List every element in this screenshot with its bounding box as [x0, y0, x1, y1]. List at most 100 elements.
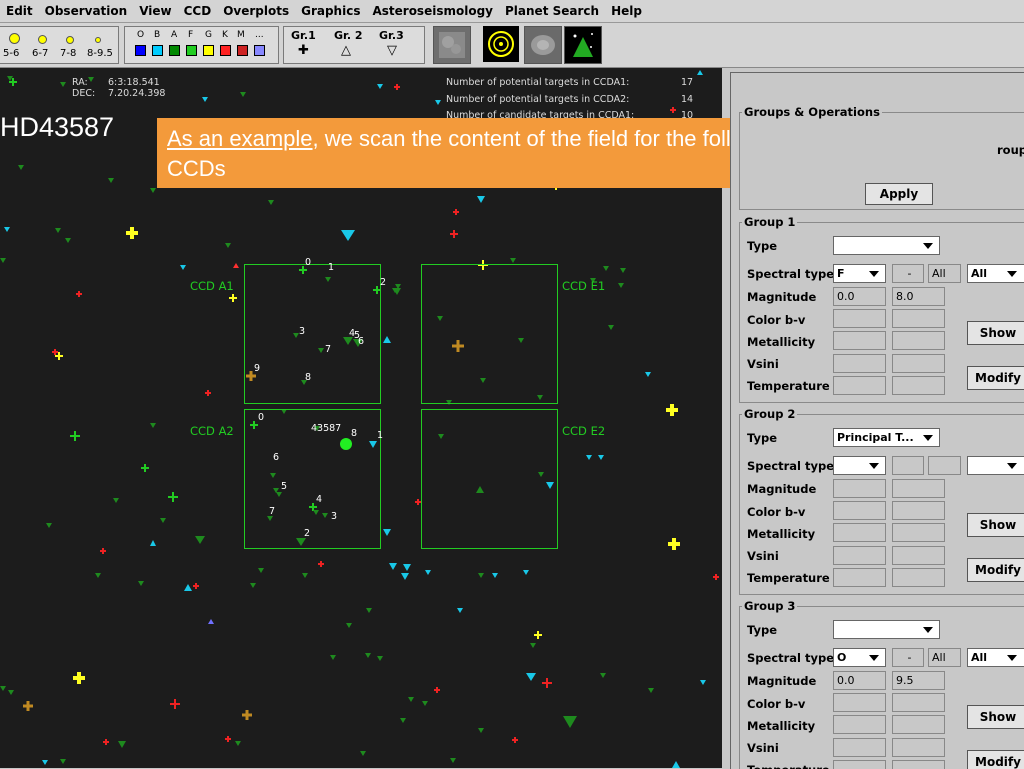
group1-label: Gr.1 [291, 29, 316, 42]
group3-sp-all-field[interactable]: All [928, 648, 961, 667]
group2-modify-button[interactable]: Modify [967, 558, 1024, 582]
ra-value: 6:3:18.541 [108, 77, 160, 88]
group1-mag-min[interactable]: 0.0 [833, 287, 886, 306]
group2-temp-min[interactable] [833, 568, 886, 587]
spectral-color-swatch [254, 45, 265, 56]
group3-color-min[interactable] [833, 693, 886, 712]
galaxy-button[interactable] [524, 26, 562, 64]
menu-help[interactable]: Help [605, 4, 648, 18]
type-label: Type [747, 431, 778, 445]
spectral-letter: ... [255, 30, 264, 40]
group1-sp-all-field[interactable]: All [928, 264, 961, 283]
group2-show-button[interactable]: Show [967, 513, 1024, 537]
ccd-e1-box[interactable] [421, 264, 558, 404]
temperature-label: Temperature [747, 379, 830, 393]
menu-graphics[interactable]: Graphics [295, 4, 366, 18]
ra-label: RA: [72, 77, 88, 88]
group1-met-min[interactable] [833, 331, 886, 350]
spectral-type-legend[interactable]: O B A F G K M ... [124, 26, 279, 64]
group2-met-min[interactable] [833, 523, 886, 542]
group1-temp-max[interactable] [892, 376, 945, 395]
group3-color-max[interactable] [892, 693, 945, 712]
chevron-down-icon [923, 243, 933, 249]
group1-met-max[interactable] [892, 331, 945, 350]
menu-planet-search[interactable]: Planet Search [499, 4, 605, 18]
spectral-color-swatch [220, 45, 231, 56]
galaxy-icon [531, 35, 555, 55]
ccd-target-number: 7 [269, 506, 276, 517]
menu-ccd[interactable]: CCD [178, 4, 218, 18]
group2-title: Group 2 [744, 407, 796, 421]
type-label: Type [747, 623, 778, 637]
menu-edit[interactable]: Edit [0, 4, 39, 18]
group2-color-min[interactable] [833, 501, 886, 520]
target-star-id: 43587 [311, 423, 342, 434]
temperature-label: Temperature [747, 571, 830, 585]
magnitude-label: 8-9.5 [87, 48, 113, 59]
circle-target-icon [488, 31, 514, 57]
ccd-e2-box[interactable] [421, 409, 558, 549]
group2-vsini-min[interactable] [833, 546, 886, 565]
group1-modify-button[interactable]: Modify [967, 366, 1024, 390]
group3-vsini-min[interactable] [833, 738, 886, 757]
group2-temp-max[interactable] [892, 568, 945, 587]
group2-mag-max[interactable] [892, 479, 945, 498]
spectral-color-swatch [169, 45, 180, 56]
group1-color-min[interactable] [833, 309, 886, 328]
ccd-target-number: 0 [305, 257, 312, 268]
magnitude-label: 5-6 [3, 48, 20, 59]
ccd-a1-box[interactable] [244, 264, 381, 404]
color-label: Color b-v [747, 505, 806, 519]
group3-show-button[interactable]: Show [967, 705, 1024, 729]
group3-met-max[interactable] [892, 715, 945, 734]
ccd-target-number: 0 [258, 412, 265, 423]
group2-vsini-max[interactable] [892, 546, 945, 565]
vsini-label: Vsini [747, 741, 779, 755]
triangle-up-icon: △ [341, 43, 351, 58]
menu-observation[interactable]: Observation [39, 4, 134, 18]
stat-label: Number of potential targets in CCDA2: [446, 94, 630, 105]
group3-met-min[interactable] [833, 715, 886, 734]
menu-asteroseismology[interactable]: Asteroseismology [366, 4, 499, 18]
ccd-target-number: 6 [358, 336, 365, 347]
circle-target-button[interactable] [483, 26, 519, 62]
group1-temp-min[interactable] [833, 376, 886, 395]
magnitude-dot-icon [9, 33, 20, 44]
group3-mag-max[interactable]: 9.5 [892, 671, 945, 690]
spectral-color-swatch [135, 45, 146, 56]
group2-sp-all-field[interactable] [928, 456, 961, 475]
sky-image-button[interactable] [433, 26, 471, 64]
group1-mag-max[interactable]: 8.0 [892, 287, 945, 306]
magnitude-label: 7-8 [60, 48, 77, 59]
group1-color-max[interactable] [892, 309, 945, 328]
magnitude-legend[interactable]: 5-6 6-7 7-8 8-9.5 [0, 26, 119, 64]
group2-met-max[interactable] [892, 523, 945, 542]
group1-vsini-min[interactable] [833, 354, 886, 373]
magnitude-dot-icon [95, 37, 101, 43]
spectral-type-label: Spectral type [747, 651, 835, 665]
ccd-target-number: 6 [273, 452, 280, 463]
group-symbols-legend[interactable]: Gr.1 Gr. 2 Gr.3 ✚ △ ▽ [283, 26, 425, 64]
group1-vsini-max[interactable] [892, 354, 945, 373]
group1-show-button[interactable]: Show [967, 321, 1024, 345]
stat-label: Number of potential targets in CCDA1: [446, 77, 630, 88]
toolbar: 5-6 6-7 7-8 8-9.5 O B A F G K M ... Gr.1… [0, 23, 1024, 68]
sky-image-icon [439, 32, 465, 58]
stat-value: 14 [681, 94, 694, 105]
chevron-down-icon [1007, 463, 1017, 469]
group3-modify-button[interactable]: Modify [967, 750, 1024, 769]
apply-button[interactable]: Apply [865, 183, 933, 205]
ccd-target-number: 7 [325, 344, 332, 355]
menu-overplots[interactable]: Overplots [217, 4, 295, 18]
group3-vsini-max[interactable] [892, 738, 945, 757]
group2-color-max[interactable] [892, 501, 945, 520]
callout-link[interactable]: As an example [167, 126, 313, 151]
chevron-down-icon [1007, 655, 1017, 661]
groups-panel: Groups & Operations roup Apply Group 1 T… [730, 72, 1024, 769]
menu-view[interactable]: View [133, 4, 177, 18]
magnitude-label: 6-7 [32, 48, 49, 59]
star-field-button[interactable] [564, 26, 602, 64]
group2-mag-min[interactable] [833, 479, 886, 498]
group3-mag-min[interactable]: 0.0 [833, 671, 886, 690]
spectral-letter: K [222, 30, 228, 40]
